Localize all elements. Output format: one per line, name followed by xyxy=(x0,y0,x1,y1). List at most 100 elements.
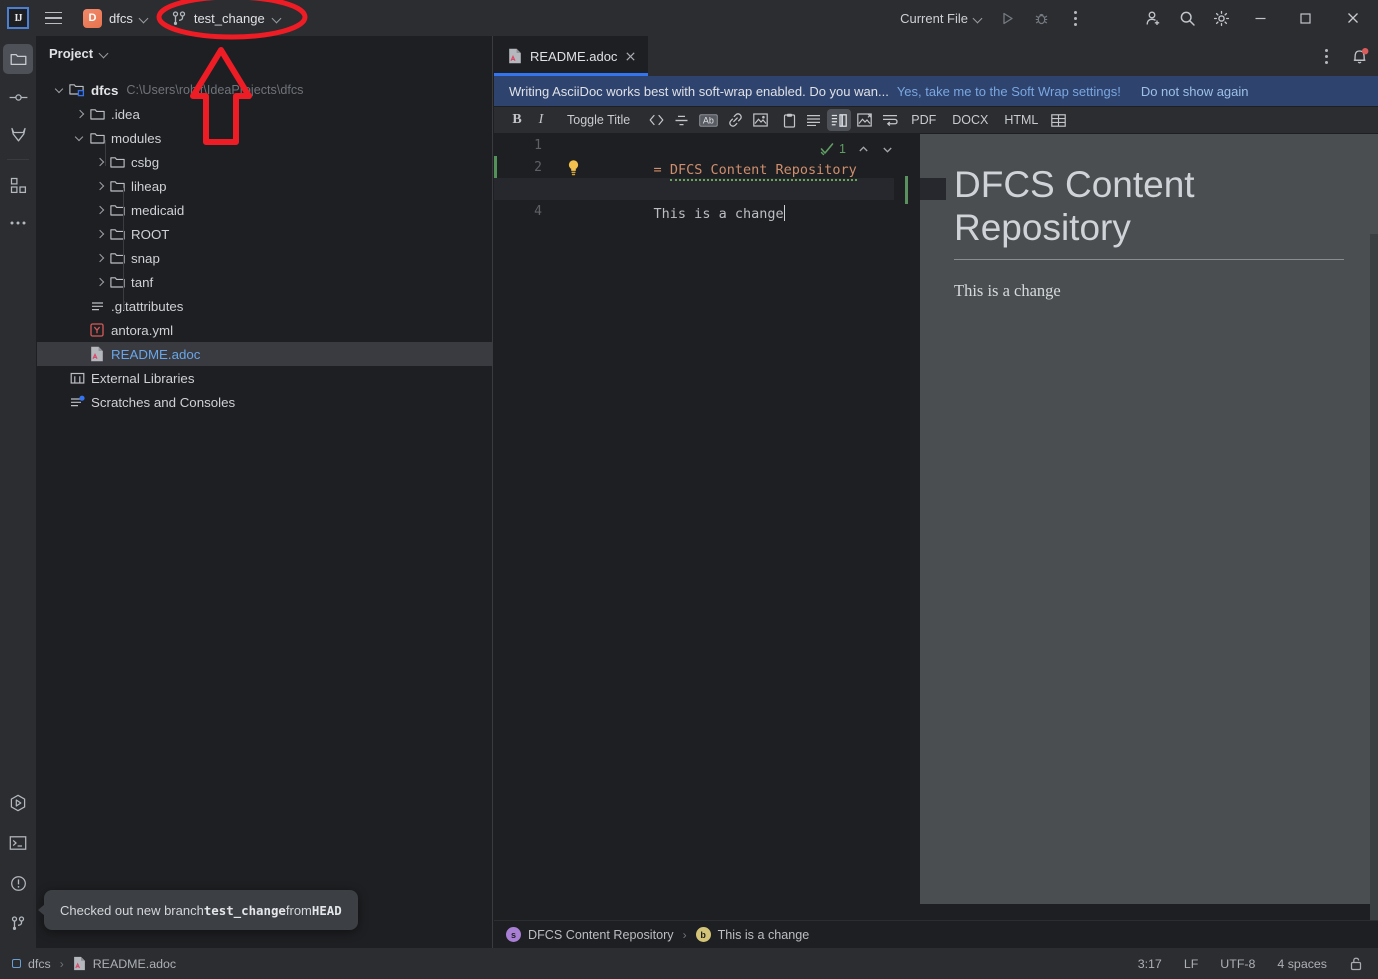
bold-button[interactable]: B xyxy=(506,109,528,131)
chevron-down-icon[interactable] xyxy=(71,126,87,150)
status-file-label[interactable]: README.adoc xyxy=(93,957,176,971)
sidebar-item-terminal[interactable] xyxy=(3,828,33,858)
more-actions-button[interactable] xyxy=(1058,0,1092,36)
close-icon[interactable] xyxy=(625,51,636,62)
export-html-button[interactable]: HTML xyxy=(997,109,1045,131)
editor-marker-gutter[interactable] xyxy=(894,134,920,904)
tree-node-gitattributes[interactable]: .gitattributes xyxy=(37,294,492,318)
sidebar-item-problems[interactable] xyxy=(3,868,33,898)
paste-button[interactable] xyxy=(778,109,800,131)
run-button[interactable] xyxy=(990,0,1024,36)
tree-node-liheap[interactable]: liheap xyxy=(37,174,492,198)
table-button[interactable] xyxy=(1047,109,1070,131)
inspection-check-icon xyxy=(820,143,834,156)
project-tree[interactable]: dfcs C:\Users\rohit\IdeaProjects\dfcs .ide… xyxy=(37,70,492,414)
encoding-label[interactable]: UTF-8 xyxy=(1220,957,1255,971)
line-separator-label[interactable]: LF xyxy=(1184,957,1198,971)
project-panel-header[interactable]: Project xyxy=(37,36,492,70)
chevron-right-icon: › xyxy=(59,956,64,971)
link-button[interactable] xyxy=(724,109,747,131)
editor-and-preview-button[interactable] xyxy=(827,109,852,131)
tree-node-readme-adoc[interactable]: README.adoc xyxy=(37,342,492,366)
tree-node-label: snap xyxy=(131,250,160,266)
code-editor-pane[interactable]: 1 2 3 4 = DFCS Content Repository xyxy=(494,134,946,904)
tree-node-dfcs[interactable]: dfcs C:\Users\rohit\IdeaProjects\dfcs xyxy=(37,78,492,102)
status-project-label[interactable]: dfcs xyxy=(28,957,51,971)
main-menu-icon[interactable] xyxy=(38,5,68,31)
attribute-button[interactable]: Ab xyxy=(695,109,722,131)
strikethrough-button[interactable] xyxy=(670,109,693,131)
chevron-right-icon[interactable] xyxy=(91,198,107,222)
lightbulb-icon[interactable] xyxy=(567,159,580,176)
tree-node-tanf[interactable]: tanf xyxy=(37,270,492,294)
tree-node-idea[interactable]: .idea xyxy=(37,102,492,126)
run-configuration-selector[interactable]: Current File xyxy=(892,5,990,31)
sidebar-item-more[interactable] xyxy=(3,208,33,238)
preview-scrollbar[interactable] xyxy=(1370,234,1378,979)
italic-button[interactable]: I xyxy=(530,109,552,131)
breadcrumb-item-block[interactable]: This is a change xyxy=(718,928,810,942)
export-pdf-button[interactable]: PDF xyxy=(904,109,943,131)
toggle-title-button[interactable]: Toggle Title xyxy=(560,109,637,131)
code-with-me-button[interactable] xyxy=(1136,0,1170,36)
chevron-down-icon[interactable] xyxy=(881,143,894,156)
intellij-idea-logo-icon[interactable]: IJ xyxy=(7,7,29,29)
toast-prefix: Checked out new branch xyxy=(60,902,204,918)
sidebar-item-plugins[interactable] xyxy=(3,170,33,200)
sidebar-item-gitlab[interactable] xyxy=(3,120,33,150)
preview-only-button[interactable] xyxy=(853,109,876,131)
unlocked-padlock-icon[interactable] xyxy=(1349,956,1364,971)
search-everywhere-button[interactable] xyxy=(1170,0,1204,36)
notifications-button[interactable] xyxy=(1341,36,1378,76)
editor-gutter[interactable]: 1 2 3 4 xyxy=(494,134,556,904)
notification-primary-action[interactable]: Yes, take me to the Soft Wrap settings! xyxy=(897,84,1121,99)
sidebar-item-commit[interactable] xyxy=(3,82,33,112)
chevron-right-icon[interactable] xyxy=(91,222,107,246)
chevron-up-icon[interactable] xyxy=(857,143,870,156)
settings-button[interactable] xyxy=(1204,0,1238,36)
chevron-right-icon[interactable] xyxy=(71,102,87,126)
sidebar-item-git[interactable] xyxy=(3,908,33,938)
branch-widget[interactable]: test_change xyxy=(165,5,290,31)
maximize-button[interactable] xyxy=(1283,0,1328,36)
chevron-down-icon xyxy=(974,14,982,22)
indent-label[interactable]: 4 spaces xyxy=(1277,957,1327,971)
debug-button[interactable] xyxy=(1024,0,1058,36)
breadcrumb-item-section[interactable]: DFCS Content Repository xyxy=(528,928,674,942)
chevron-down-icon[interactable] xyxy=(51,78,67,102)
folder-icon xyxy=(107,174,127,198)
editor-only-button[interactable] xyxy=(802,109,825,131)
tree-node-antora-yml[interactable]: antora.yml xyxy=(37,318,492,342)
tree-node-scratches-and-consoles[interactable]: Scratches and Consoles xyxy=(37,390,492,414)
folder-icon xyxy=(109,156,125,168)
sidebar-item-run[interactable] xyxy=(3,788,33,818)
image-button[interactable] xyxy=(749,109,772,131)
tree-node-snap[interactable]: snap xyxy=(37,246,492,270)
export-docx-button[interactable]: DOCX xyxy=(945,109,995,131)
tree-node-medicaid[interactable]: medicaid xyxy=(37,198,492,222)
editor-tab-readme[interactable]: README.adoc xyxy=(494,36,649,76)
tree-node-root[interactable]: ROOT xyxy=(37,222,492,246)
tree-node-label: liheap xyxy=(131,178,167,194)
project-name-label: dfcs xyxy=(109,10,133,26)
sidebar-item-project[interactable] xyxy=(3,44,33,74)
notification-secondary-action[interactable]: Do not show again xyxy=(1141,84,1249,99)
chevron-right-icon[interactable] xyxy=(91,246,107,270)
git-branch-icon xyxy=(172,10,185,25)
tree-node-external-libraries[interactable]: External Libraries xyxy=(37,366,492,390)
chevron-right-icon[interactable] xyxy=(91,174,107,198)
more-vertical-icon xyxy=(1073,10,1077,26)
close-button[interactable] xyxy=(1328,0,1378,36)
minimize-button[interactable] xyxy=(1238,0,1283,36)
tree-node-label: dfcs xyxy=(91,82,119,98)
tree-indent-guide xyxy=(105,140,106,166)
soft-wrap-button[interactable] xyxy=(878,109,902,131)
project-widget[interactable]: D dfcs xyxy=(76,5,155,31)
editor-tab-options-button[interactable] xyxy=(1311,36,1341,76)
code-text[interactable]: = DFCS Content Repository This is a chan… xyxy=(494,134,946,904)
inspection-count: 1 xyxy=(839,142,846,156)
chevron-right-icon[interactable] xyxy=(91,270,107,294)
code-button[interactable] xyxy=(645,109,668,131)
caret-position-label[interactable]: 3:17 xyxy=(1138,957,1162,971)
inspection-widget[interactable]: 1 xyxy=(820,138,894,160)
